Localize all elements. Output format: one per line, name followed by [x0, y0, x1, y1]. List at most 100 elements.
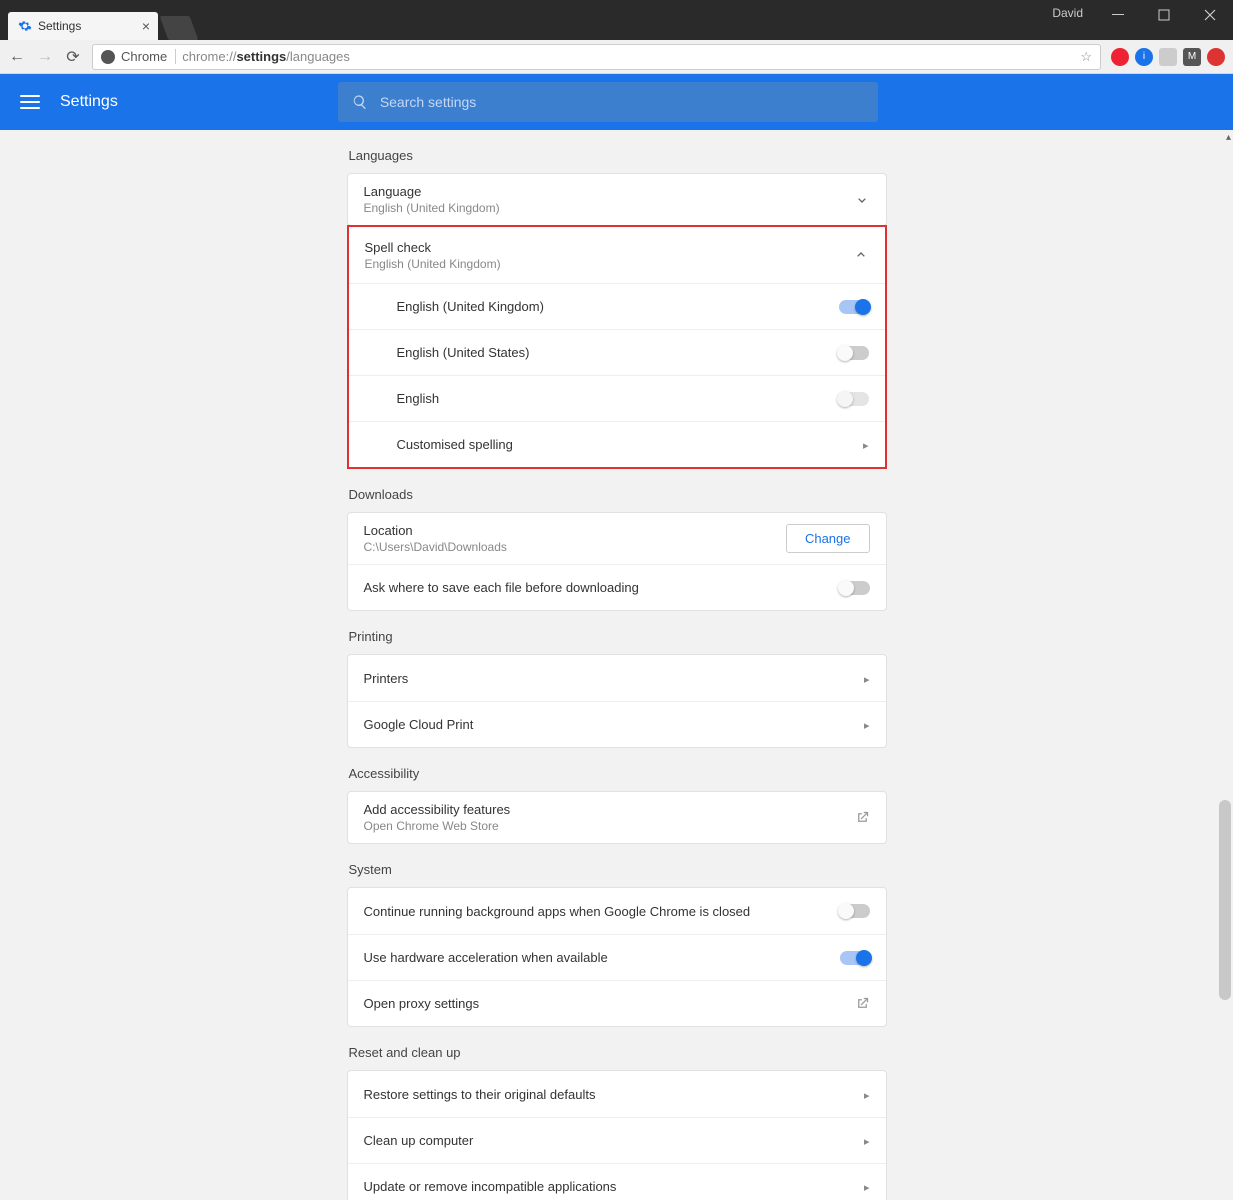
chevron-right-icon [863, 437, 869, 452]
languages-card: Language English (United Kingdom) [347, 173, 887, 226]
omnibox[interactable]: Chrome chrome://settings/languages ☆ [92, 44, 1101, 70]
section-label-downloads: Downloads [349, 487, 887, 502]
site-info-icon[interactable] [101, 50, 115, 64]
change-location-button[interactable]: Change [786, 524, 870, 553]
system-bg-row: Continue running background apps when Go… [348, 888, 886, 934]
chevron-right-icon [864, 1133, 870, 1148]
menu-icon[interactable] [20, 95, 40, 109]
tab-title: Settings [38, 19, 81, 33]
scroll-up-indicator: ▴ [1226, 132, 1231, 143]
section-label-accessibility: Accessibility [349, 766, 887, 781]
toggle-spell-en [839, 392, 869, 406]
spellcheck-header[interactable]: Spell check English (United Kingdom) [349, 227, 885, 283]
reset-update-label: Update or remove incompatible applicatio… [364, 1179, 617, 1194]
system-bg-label: Continue running background apps when Go… [364, 904, 751, 919]
url-text: chrome://settings/languages [182, 49, 350, 64]
extension-icon[interactable] [1111, 48, 1129, 66]
customised-spelling-row[interactable]: Customised spelling [349, 421, 885, 467]
section-label-system: System [349, 862, 887, 877]
settings-viewport: ▴ Languages Language English (United Kin… [0, 130, 1233, 1200]
section-label-languages: Languages [349, 148, 887, 163]
forward-button[interactable]: → [36, 48, 54, 66]
spell-lang-label: English (United Kingdom) [397, 299, 544, 314]
new-tab-button[interactable] [160, 16, 199, 40]
cloud-print-label: Google Cloud Print [364, 717, 474, 732]
window-titlebar: Settings × David [0, 0, 1233, 40]
settings-content: Languages Language English (United Kingd… [347, 130, 887, 1200]
close-button[interactable] [1187, 0, 1233, 30]
spellcheck-title: Spell check [365, 240, 501, 255]
system-proxy-row[interactable]: Open proxy settings [348, 980, 886, 1026]
chevron-up-icon [853, 247, 869, 263]
reset-restore-row[interactable]: Restore settings to their original defau… [348, 1071, 886, 1117]
spell-lang-row: English [349, 375, 885, 421]
spellcheck-subtitle: English (United Kingdom) [365, 257, 501, 271]
window-controls [1095, 0, 1233, 30]
browser-tab-settings[interactable]: Settings × [8, 12, 158, 40]
extension-icon[interactable]: i [1135, 48, 1153, 66]
chevron-right-icon [864, 717, 870, 732]
accessibility-title: Add accessibility features [364, 802, 511, 817]
printers-label: Printers [364, 671, 409, 686]
download-ask-label: Ask where to save each file before downl… [364, 580, 639, 595]
search-input[interactable] [380, 94, 864, 110]
extension-icons: i M [1111, 48, 1225, 66]
chevron-down-icon [854, 192, 870, 208]
toggle-background-apps[interactable] [840, 904, 870, 918]
url-origin: Chrome [121, 49, 176, 64]
system-hw-row: Use hardware acceleration when available [348, 934, 886, 980]
reset-update-row[interactable]: Update or remove incompatible applicatio… [348, 1163, 886, 1200]
extension-icon[interactable] [1159, 48, 1177, 66]
gear-icon [18, 19, 32, 33]
section-label-printing: Printing [349, 629, 887, 644]
appbar-title: Settings [60, 93, 118, 111]
reset-clean-row[interactable]: Clean up computer [348, 1117, 886, 1163]
minimize-button[interactable] [1095, 0, 1141, 30]
toggle-hw-accel[interactable] [840, 951, 870, 965]
chevron-right-icon [864, 1087, 870, 1102]
download-location-value: C:\Users\David\Downloads [364, 540, 507, 554]
tab-close-icon[interactable]: × [142, 18, 150, 34]
printing-card: Printers Google Cloud Print [347, 654, 887, 748]
spellcheck-card-highlighted: Spell check English (United Kingdom) Eng… [347, 225, 887, 469]
downloads-card: Location C:\Users\David\Downloads Change… [347, 512, 887, 611]
back-button[interactable]: ← [8, 48, 26, 66]
settings-appbar: Settings [0, 74, 1233, 130]
reset-clean-label: Clean up computer [364, 1133, 474, 1148]
reset-restore-label: Restore settings to their original defau… [364, 1087, 596, 1102]
language-row[interactable]: Language English (United Kingdom) [348, 174, 886, 225]
toggle-spell-en-us[interactable] [839, 346, 869, 360]
system-hw-label: Use hardware acceleration when available [364, 950, 608, 965]
address-bar: ← → ⟳ Chrome chrome://settings/languages… [0, 40, 1233, 74]
customised-spelling-label: Customised spelling [397, 437, 513, 452]
toggle-download-ask[interactable] [840, 581, 870, 595]
spell-lang-label: English (United States) [397, 345, 530, 360]
system-proxy-label: Open proxy settings [364, 996, 480, 1011]
search-icon [352, 94, 368, 110]
spell-lang-label: English [397, 391, 440, 406]
external-link-icon [855, 996, 870, 1011]
extension-icon[interactable] [1207, 48, 1225, 66]
cloud-print-row[interactable]: Google Cloud Print [348, 701, 886, 747]
accessibility-card: Add accessibility features Open Chrome W… [347, 791, 887, 844]
printers-row[interactable]: Printers [348, 655, 886, 701]
language-subtitle: English (United Kingdom) [364, 201, 500, 215]
extension-icon[interactable]: M [1183, 48, 1201, 66]
bookmark-star-icon[interactable]: ☆ [1080, 49, 1092, 65]
window-user-label[interactable]: David [1052, 6, 1083, 20]
language-title: Language [364, 184, 500, 199]
external-link-icon [855, 810, 870, 825]
spell-lang-row: English (United States) [349, 329, 885, 375]
reload-button[interactable]: ⟳ [64, 47, 82, 67]
section-label-reset: Reset and clean up [349, 1045, 887, 1060]
reset-card: Restore settings to their original defau… [347, 1070, 887, 1200]
search-settings-box[interactable] [338, 82, 878, 122]
toggle-spell-en-uk[interactable] [839, 300, 869, 314]
tab-strip: Settings × [0, 0, 194, 40]
download-ask-row: Ask where to save each file before downl… [348, 564, 886, 610]
accessibility-row[interactable]: Add accessibility features Open Chrome W… [348, 792, 886, 843]
scrollbar-thumb[interactable] [1219, 800, 1231, 1000]
maximize-button[interactable] [1141, 0, 1187, 30]
accessibility-subtitle: Open Chrome Web Store [364, 819, 511, 833]
spell-lang-row: English (United Kingdom) [349, 283, 885, 329]
